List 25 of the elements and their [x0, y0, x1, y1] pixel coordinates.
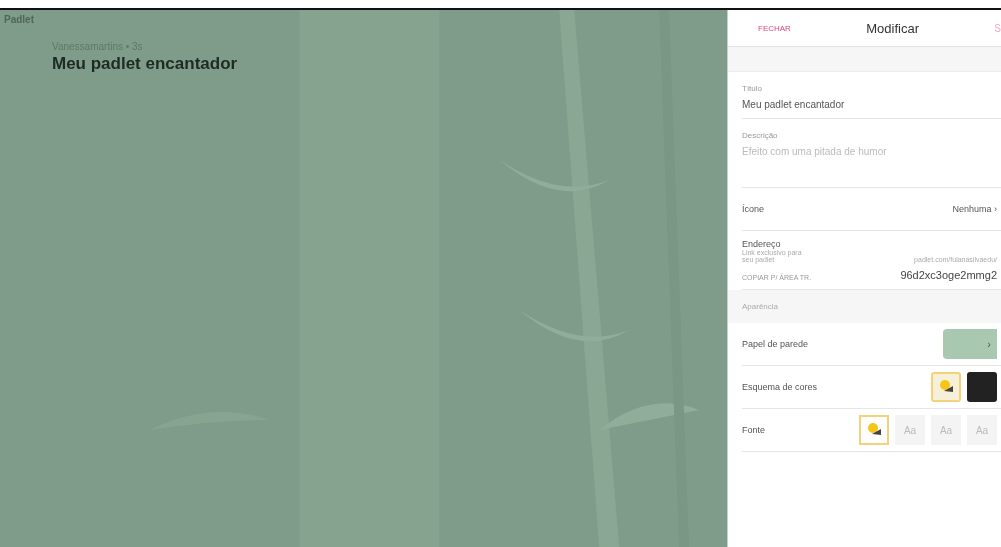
- row-label: Fonte: [742, 425, 765, 435]
- font-option[interactable]: Aa: [931, 415, 961, 445]
- font-option[interactable]: [859, 415, 889, 445]
- section-header: Aparência: [728, 290, 1001, 323]
- field-label: Descrição: [742, 131, 779, 140]
- panel-title: Modificar: [865, 20, 920, 36]
- sun-icon: [938, 377, 954, 394]
- save-button[interactable]: S: [994, 22, 1001, 34]
- wall-title: Meu padlet encantador: [52, 54, 239, 74]
- font-option[interactable]: Aa: [967, 415, 997, 445]
- color-scheme-option[interactable]: [931, 372, 961, 402]
- close-button[interactable]: FECHAR: [758, 23, 791, 33]
- color-scheme-option[interactable]: [967, 372, 997, 402]
- icon-setting[interactable]: Nenhuma ›: [952, 204, 997, 214]
- wallpaper-button[interactable]: ›: [943, 329, 997, 359]
- row-label: Ícone: [742, 204, 765, 214]
- row-label: Esquema de cores: [742, 382, 818, 392]
- title-field[interactable]: Meu padlet encantador: [742, 99, 1001, 110]
- address-slug: 96d2xc3oge2mmg2: [900, 269, 997, 281]
- row-label: Papel de parede: [742, 339, 809, 349]
- sun-icon: [866, 421, 882, 437]
- font-option[interactable]: Aa: [895, 415, 925, 445]
- field-label: Título: [742, 84, 763, 93]
- description-field[interactable]: Efeito com uma pitada de humor: [742, 146, 1001, 179]
- row-label: Endereço: [742, 239, 782, 249]
